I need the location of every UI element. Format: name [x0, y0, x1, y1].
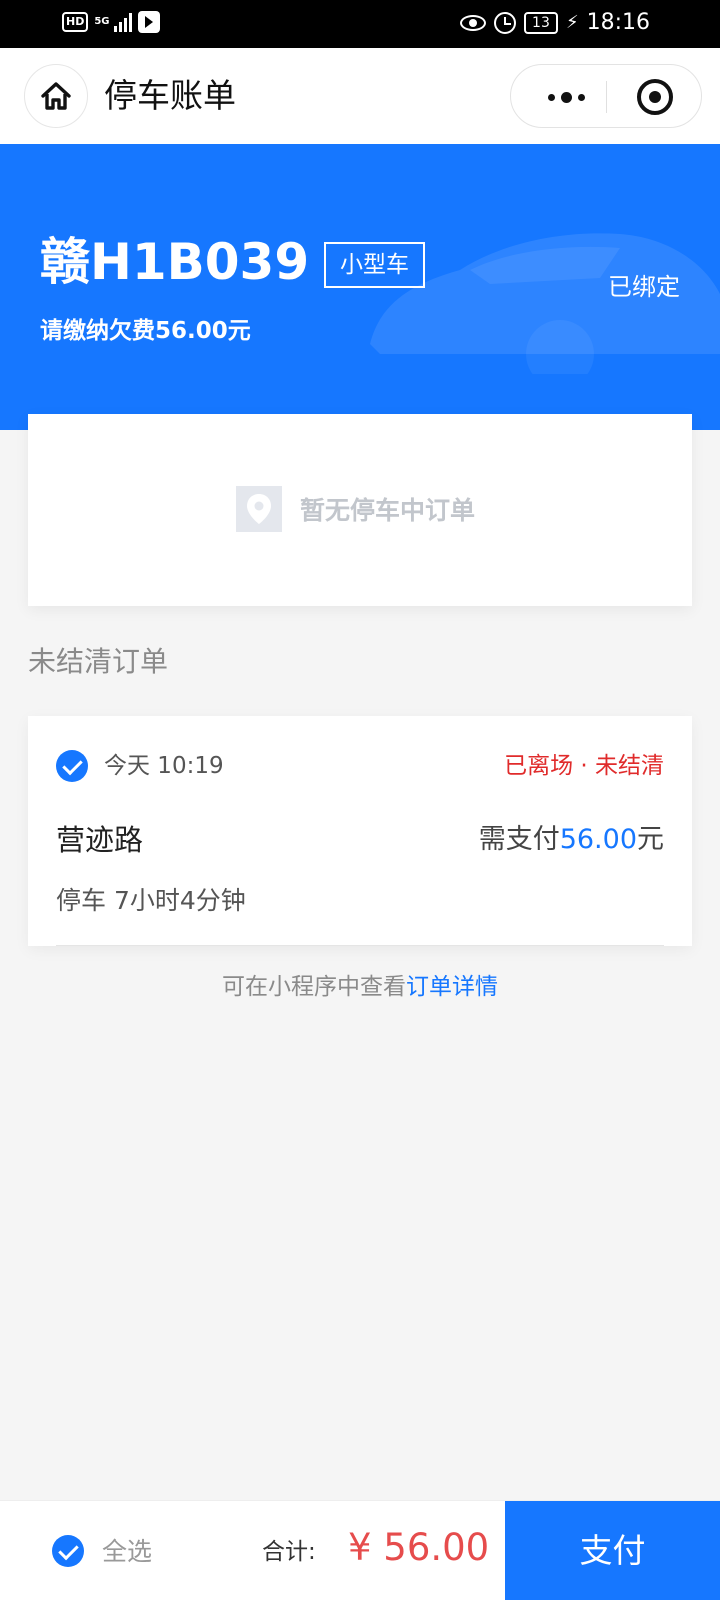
order-time: 今天 10:19: [104, 753, 224, 779]
hd-icon: HD: [62, 12, 89, 32]
status-right: 13 ⚡ 18:16: [459, 10, 650, 36]
close-target-icon[interactable]: [637, 79, 673, 115]
pay-unit: 元: [637, 824, 664, 855]
order-location: 营迹路: [56, 823, 144, 857]
select-all-label[interactable]: 全选: [102, 1535, 152, 1569]
vehicle-header: 赣H1B039 小型车 请缴纳欠费56.00元 已绑定: [0, 144, 720, 430]
license-plate: 赣H1B039: [40, 233, 310, 291]
order-checkbox-icon[interactable]: [56, 750, 88, 782]
clock: 18:16: [586, 10, 650, 35]
signal-icon: [114, 12, 133, 32]
alarm-icon: [493, 12, 516, 34]
network-label: 5G: [94, 16, 110, 27]
unpaid-order-card[interactable]: 今天 10:19 已离场 · 未结清 营迹路 需支付56.00元 停车 7小时4…: [28, 716, 692, 946]
order-duration: 停车 7小时4分钟: [56, 886, 246, 915]
location-pin-icon: [236, 486, 282, 532]
order-detail-link[interactable]: 订单详情: [406, 974, 498, 1000]
divider: [56, 945, 664, 946]
status-left: HD 5G: [62, 11, 161, 33]
vehicle-type-badge: 小型车: [324, 242, 425, 288]
total-amount: ¥ 56.00: [348, 1526, 490, 1569]
more-dots-icon: [547, 93, 555, 101]
parking-order-card: 暂无停车中订单: [28, 414, 692, 606]
bound-status: 已绑定: [608, 273, 680, 301]
empty-parking-text: 暂无停车中订单: [300, 496, 476, 525]
pay-amount: 56.00: [559, 824, 637, 855]
pay-button[interactable]: 支付: [505, 1501, 720, 1600]
charging-icon: ⚡: [565, 12, 579, 33]
order-status: 已离场 · 未结清: [504, 753, 664, 779]
eye-icon: [459, 15, 486, 31]
unpaid-section-title: 未结清订单: [28, 645, 169, 678]
empty-parking: 暂无停车中订单: [236, 486, 475, 532]
battery-level: 13: [523, 12, 558, 34]
owe-notice: 请缴纳欠费56.00元: [40, 318, 251, 344]
mini-program-capsule: [510, 64, 702, 128]
pay-prefix: 需支付: [478, 824, 560, 855]
home-icon: [41, 82, 71, 110]
total-label: 合计:: [262, 1539, 316, 1565]
more-button[interactable]: [539, 65, 593, 129]
capsule-divider: [606, 81, 607, 113]
page-title: 停车账单: [104, 76, 236, 115]
nav-bar: 停车账单: [0, 48, 720, 144]
order-payment: 需支付56.00元: [479, 822, 664, 858]
app-notification-icon: [138, 11, 161, 33]
detail-tip-text: 可在小程序中查看: [222, 974, 406, 1000]
status-bar: HD 5G 13 ⚡ 18:16: [0, 0, 720, 48]
checkout-bar: 全选 合计: ¥ 56.00 支付: [0, 1500, 720, 1600]
home-button[interactable]: [24, 64, 88, 128]
detail-tip: 可在小程序中查看订单详情: [0, 970, 720, 1004]
select-all-checkbox-icon[interactable]: [52, 1535, 84, 1567]
